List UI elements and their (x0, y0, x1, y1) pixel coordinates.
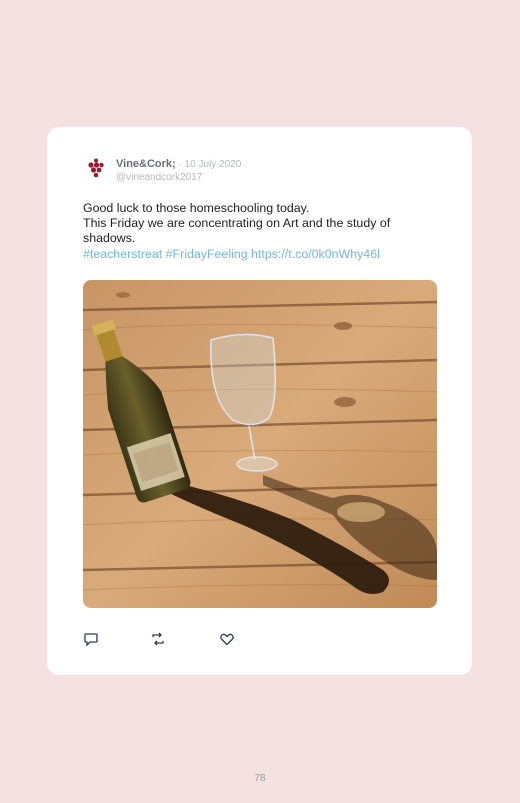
grape-cluster-icon[interactable] (85, 157, 107, 179)
display-name[interactable]: Vine&Cork; (116, 158, 176, 170)
tweet-header: Vine&Cork; · 10 July 2020 @vineandcork20… (85, 155, 445, 185)
tweet-text: Good luck to those homeschooling today. … (83, 201, 433, 262)
page-number: 78 (254, 773, 266, 784)
reply-icon[interactable] (83, 631, 99, 647)
tweet-photo[interactable] (83, 280, 437, 608)
tweet-date[interactable]: · 10 July 2020 (176, 159, 241, 170)
tweet-text-line: Good luck to those homeschooling today. (83, 201, 310, 215)
tweet-text-line: This Friday we are concentrating on Art … (83, 216, 391, 231)
retweet-icon[interactable] (150, 631, 166, 647)
wine-bottle-shadow-photo (83, 280, 437, 608)
hashtag-links[interactable]: #teacherstreat #FridayFeeling https://t.… (83, 247, 433, 262)
tweet-card: Vine&Cork; · 10 July 2020 @vineandcork20… (47, 127, 472, 675)
account-handle[interactable]: @vineandcork2017 (116, 171, 241, 184)
tweet-actions (83, 631, 283, 647)
tweet-text-line: shadows. (83, 231, 136, 246)
account-names: Vine&Cork; · 10 July 2020 @vineandcork20… (116, 156, 241, 184)
heart-icon[interactable] (219, 631, 235, 647)
